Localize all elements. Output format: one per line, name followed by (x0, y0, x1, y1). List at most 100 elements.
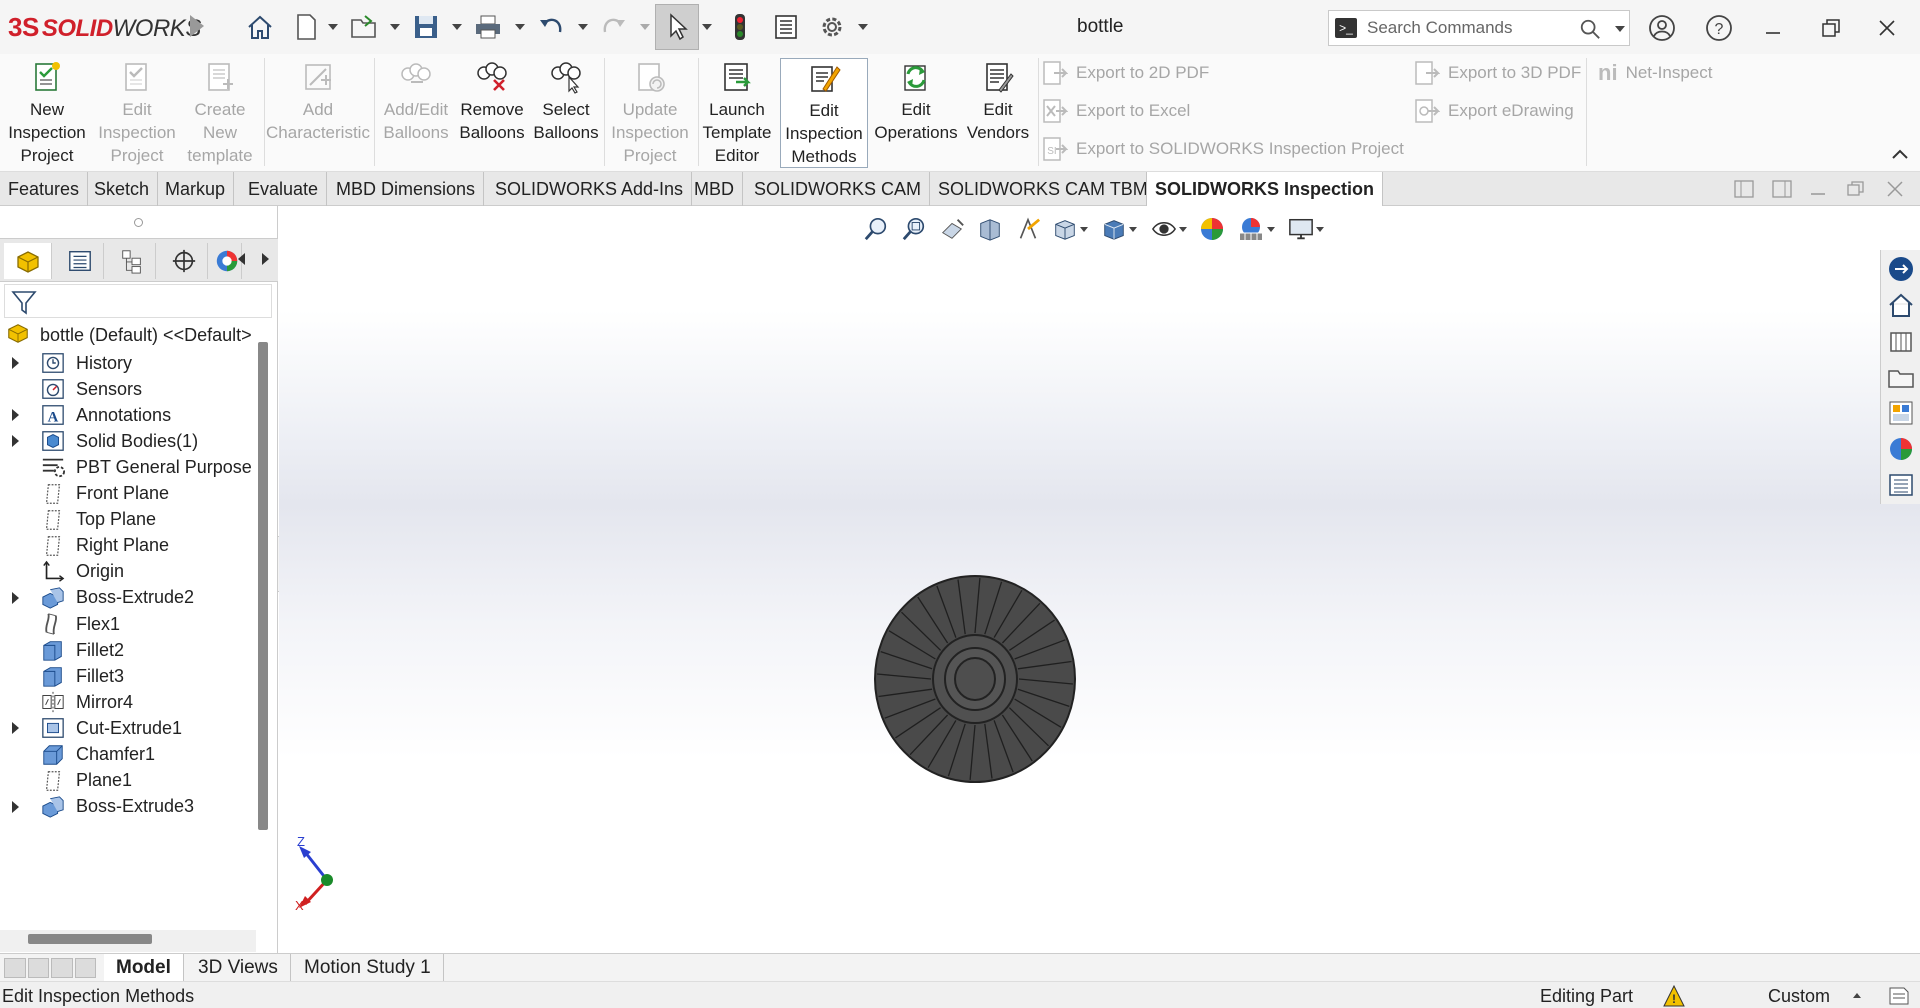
configuration-manager-tab-icon[interactable] (108, 243, 156, 279)
apply-scene-icon[interactable] (1231, 212, 1281, 246)
unit-system-status[interactable]: Custom (1768, 986, 1830, 1007)
collapse-ribbon-chevron-icon[interactable] (1890, 144, 1910, 169)
file-properties-icon[interactable] (768, 8, 804, 46)
viewport-minimize-icon[interactable] (1808, 180, 1828, 198)
save-dropdown-caret-icon[interactable] (452, 24, 462, 30)
view-palette-icon[interactable] (1883, 396, 1919, 430)
tab-solidworks-inspection[interactable]: SOLIDWORKS Inspection (1146, 172, 1384, 206)
zoom-to-fit-icon[interactable] (857, 212, 895, 246)
tab-markup[interactable]: Markup (157, 172, 235, 206)
tab-model[interactable]: Model (104, 954, 184, 982)
restore-window-icon[interactable] (1812, 10, 1850, 46)
tab-sketch[interactable]: Sketch (86, 172, 159, 206)
export-3d-pdf-button[interactable]: Export to 3D PDF (1412, 58, 1581, 88)
tree-item-boss-extrude3[interactable]: Boss-Extrude3 (0, 792, 256, 822)
search-dropdown-caret-icon[interactable] (1615, 26, 1625, 32)
feature-manager-tab-icon[interactable] (4, 243, 52, 279)
tree-vertical-scrollbar[interactable] (258, 342, 268, 830)
solidworks-resources-icon[interactable] (1883, 252, 1919, 286)
undo-icon[interactable] (533, 8, 569, 46)
open-icon[interactable] (346, 8, 382, 46)
update-inspection-project-button[interactable]: Update Inspection Project (606, 58, 694, 168)
tab-solidworks-cam-tbm[interactable]: SOLIDWORKS CAM TBM (930, 172, 1157, 206)
search-commands-box[interactable]: >_ (1328, 10, 1630, 46)
launch-template-editor-button[interactable]: Launch Template Editor (700, 58, 774, 168)
tab-scroll-arrows[interactable] (4, 958, 96, 978)
file-explorer-icon[interactable] (1883, 360, 1919, 394)
print-dropdown-caret-icon[interactable] (515, 24, 525, 30)
design-library-home-icon[interactable] (1883, 288, 1919, 322)
edit-inspection-project-button[interactable]: Edit Inspection Project (92, 58, 182, 168)
undo-dropdown-caret-icon[interactable] (578, 24, 588, 30)
expand-caret-icon[interactable] (12, 722, 24, 734)
tab-motion-study-1[interactable]: Motion Study 1 (292, 954, 444, 982)
add-edit-balloons-button[interactable]: Add/Edit Balloons (378, 58, 454, 168)
tab-solidworks-cam[interactable]: SOLIDWORKS CAM (746, 172, 931, 206)
section-view-icon[interactable] (971, 212, 1009, 246)
close-window-icon[interactable] (1868, 10, 1906, 46)
custom-properties-icon[interactable] (1883, 468, 1919, 502)
new-dropdown-caret-icon[interactable] (328, 24, 338, 30)
select-balloons-button[interactable]: Select Balloons (530, 58, 602, 168)
tab-mbd-dimensions[interactable]: MBD Dimensions (328, 172, 485, 206)
tab-features[interactable]: Features (0, 172, 89, 206)
design-library-icon[interactable] (1883, 324, 1919, 358)
edit-inspection-methods-button[interactable]: Edit Inspection Methods (780, 58, 868, 168)
expand-caret-icon[interactable] (12, 801, 24, 813)
dimxpert-manager-tab-icon[interactable] (160, 243, 208, 279)
expand-menu-arrow-icon[interactable] (190, 15, 204, 37)
appearances-scenes-icon[interactable] (1883, 432, 1919, 466)
dynamic-annotation-views-icon[interactable] (1009, 212, 1047, 246)
edit-appearance-icon[interactable] (1193, 212, 1231, 246)
export-edrawing-button[interactable]: Export eDrawing (1412, 96, 1574, 126)
user-account-icon[interactable] (1643, 10, 1681, 46)
redo-icon[interactable] (596, 8, 632, 46)
filter-funnel-icon[interactable] (11, 289, 37, 315)
tile-right-icon[interactable] (1772, 180, 1792, 198)
options-gear-icon[interactable] (814, 8, 850, 46)
tree-filter-field[interactable] (4, 284, 272, 318)
new-inspection-project-button[interactable]: New Inspection Project (4, 58, 90, 168)
panel-tabs-scroll-right-icon[interactable] (262, 253, 269, 265)
net-inspect-button[interactable]: ni Net-Inspect (1598, 58, 1713, 88)
tree-horizontal-scrollbar[interactable] (28, 934, 152, 944)
export-to-solidworks-inspection-project-button[interactable]: SI Export to SOLIDWORKS Inspection Proje… (1040, 134, 1404, 164)
display-style-icon[interactable] (1093, 212, 1145, 246)
tree-root-part[interactable]: bottle (Default) <<Default> (6, 320, 252, 350)
edit-operations-button[interactable]: Edit Operations (872, 58, 960, 168)
expand-caret-icon[interactable] (12, 592, 24, 604)
viewport-restore-icon[interactable] (1846, 180, 1866, 198)
export-2d-pdf-button[interactable]: Export to 2D PDF (1040, 58, 1209, 88)
export-to-excel-button[interactable]: Export to Excel (1040, 96, 1190, 126)
save-icon[interactable] (408, 8, 444, 46)
view-orientation-icon[interactable] (1047, 212, 1093, 246)
search-input[interactable] (1367, 17, 1567, 39)
view-settings-icon[interactable] (1281, 212, 1331, 246)
viewport-close-icon[interactable] (1885, 180, 1905, 198)
redo-dropdown-caret-icon[interactable] (640, 24, 650, 30)
unit-system-caret-icon[interactable] (1853, 993, 1861, 998)
select-dropdown-caret-icon[interactable] (702, 24, 712, 30)
zoom-to-area-icon[interactable] (895, 212, 933, 246)
expand-caret-icon[interactable] (12, 409, 24, 421)
rebuild-warning-icon[interactable]: ! (1660, 982, 1690, 1008)
add-characteristic-button[interactable]: Add Characteristic (266, 58, 370, 168)
expand-caret-icon[interactable] (12, 357, 24, 369)
hide-show-items-icon[interactable] (1145, 212, 1193, 246)
minimize-window-icon[interactable] (1754, 10, 1792, 46)
tile-left-icon[interactable] (1734, 180, 1754, 198)
tab-solidworks-add-ins[interactable]: SOLIDWORKS Add-Ins (487, 172, 693, 206)
tab-evaluate[interactable]: Evaluate (240, 172, 328, 206)
home-icon[interactable] (242, 8, 278, 46)
property-manager-tab-icon[interactable] (56, 243, 104, 279)
panel-tabs-scroll-left-icon[interactable] (238, 253, 245, 265)
panel-grip-icon[interactable] (134, 218, 143, 227)
bottle-model-top-view[interactable] (873, 574, 1077, 784)
help-icon[interactable]: ? (1700, 10, 1738, 46)
remove-balloons-button[interactable]: Remove Balloons (456, 58, 528, 168)
graphics-area[interactable]: Z X (279, 206, 1920, 953)
tab-3d-views[interactable]: 3D Views (186, 954, 291, 982)
create-new-template-button[interactable]: Create New template (180, 58, 260, 168)
expand-caret-icon[interactable] (12, 435, 24, 447)
new-document-icon[interactable] (288, 8, 324, 46)
